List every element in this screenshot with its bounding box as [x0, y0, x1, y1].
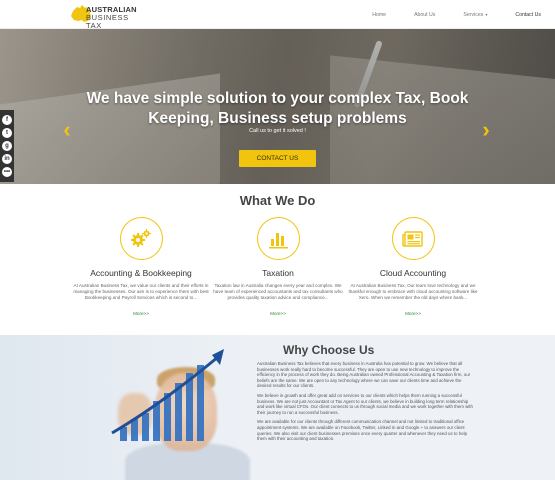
- nav-contact-us[interactable]: Contact Us: [501, 12, 555, 18]
- nav-about-us[interactable]: About Us: [400, 12, 449, 18]
- bar-chart-icon: [269, 232, 288, 248]
- service-more-link[interactable]: More>>: [405, 311, 421, 316]
- service-description: At Australian Business Tax, we value our…: [73, 283, 209, 301]
- service-more-link[interactable]: More>>: [270, 311, 286, 316]
- businessman-growth-image: [100, 335, 270, 480]
- brand-logo[interactable]: AUSTRALIAN BUSINESS TAX: [70, 2, 145, 30]
- brand-line-2: BUSINESS TAX: [86, 13, 129, 30]
- service-icon-circle: [391, 217, 435, 260]
- service-title: Accounting & Bookkeeping: [90, 268, 192, 278]
- why-choose-us-text: Australian Business Tax believes that ev…: [257, 361, 475, 446]
- linkedin-icon[interactable]: in: [2, 154, 12, 164]
- service-title: Cloud Accounting: [379, 268, 447, 278]
- why-choose-us-title: Why Choose Us: [283, 343, 375, 357]
- why-paragraph: Australian Business Tax believes that ev…: [257, 361, 471, 389]
- social-sidebar: f t g in •••: [0, 110, 14, 182]
- caret-down-icon: ▾: [485, 11, 488, 17]
- service-more-link[interactable]: More>>: [133, 311, 149, 316]
- service-description: Taxation law in Australia changes every …: [213, 283, 343, 301]
- nav-home[interactable]: Home: [358, 12, 400, 18]
- service-cloud-accounting: Cloud Accounting At Australian Business …: [338, 217, 488, 320]
- nav-services[interactable]: Services ▾: [449, 12, 501, 18]
- contact-us-button[interactable]: CONTACT US: [239, 150, 316, 167]
- hero-title: We have simple solution to your complex …: [86, 90, 469, 127]
- more-icon[interactable]: •••: [2, 167, 12, 177]
- facebook-icon[interactable]: f: [2, 115, 12, 125]
- chevron-right-icon[interactable]: ›: [481, 116, 491, 144]
- service-icon-circle: [256, 217, 300, 260]
- service-accounting: Accounting & Bookkeeping At Australian B…: [66, 217, 216, 320]
- growth-chart-icon: [111, 349, 224, 441]
- service-title: Taxation: [262, 268, 294, 278]
- service-description: At Australian Business Tax, Our team lov…: [348, 283, 478, 301]
- hero-subtitle: Call us to get it solved !: [249, 128, 306, 134]
- nav-services-label: Services: [463, 11, 484, 18]
- why-paragraph: We are available for our clients through…: [257, 419, 468, 442]
- gears-icon: [131, 228, 151, 247]
- what-we-do-title: What We Do: [239, 193, 316, 208]
- service-taxation: Taxation Taxation law in Australia chang…: [203, 217, 353, 320]
- chevron-left-icon[interactable]: ‹: [62, 116, 72, 144]
- main-nav: Home About Us Services ▾ Contact Us: [358, 0, 555, 29]
- brand-name: AUSTRALIAN BUSINESS TAX: [86, 6, 145, 30]
- service-icon-circle: [119, 217, 163, 260]
- site-header: AUSTRALIAN BUSINESS TAX Home About Us Se…: [0, 0, 555, 30]
- why-paragraph: We believe in growth and offer great add…: [257, 392, 473, 415]
- twitter-icon[interactable]: t: [2, 128, 12, 138]
- google-plus-icon[interactable]: g: [2, 141, 12, 151]
- hero-slider: We have simple solution to your complex …: [0, 29, 555, 184]
- newspaper-icon: [402, 230, 423, 247]
